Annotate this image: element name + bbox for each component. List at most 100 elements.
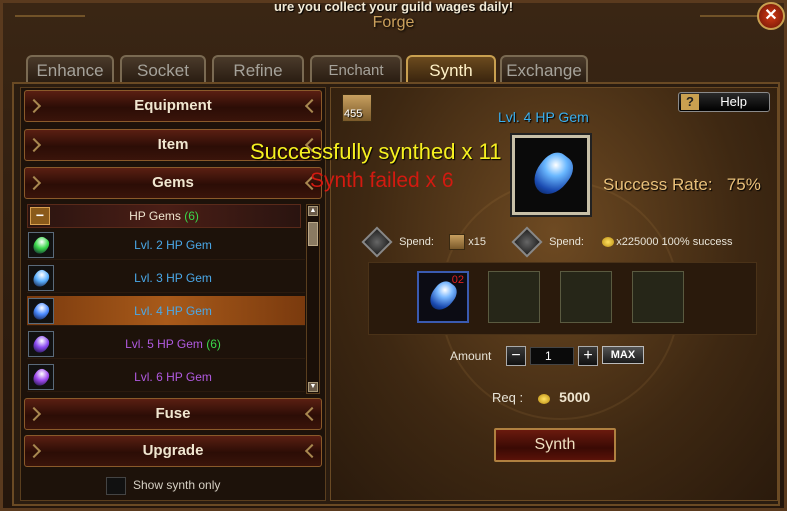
material-icon: [449, 234, 466, 251]
show-synth-only-toggle[interactable]: Show synth only: [106, 475, 220, 495]
scroll-thumb[interactable]: [308, 222, 318, 246]
gem-name-text: Lvl. 2 HP Gem: [134, 238, 212, 252]
gem-jewel: [30, 333, 52, 356]
gem-list-item[interactable]: Lvl. 2 HP Gem: [27, 230, 305, 260]
gem-list: − HP Gems (6) Lvl. 2 HP Gem Lvl. 3 HP Ge…: [27, 204, 305, 394]
requirement: Req : 5000: [492, 387, 590, 407]
gem-icon: [28, 364, 54, 390]
success-message: Successfully synthed x 11: [250, 139, 502, 164]
spend-toggle-icon[interactable]: [511, 226, 543, 258]
gem-group-name: HP Gems: [129, 209, 181, 223]
success-rate: Success Rate: 75%: [603, 175, 761, 195]
gem-list-item[interactable]: Lvl. 5 HP Gem (6): [27, 329, 305, 359]
tab-exchange[interactable]: Exchange: [500, 55, 588, 82]
chevron-left-icon: [26, 98, 42, 114]
gem-list-item[interactable]: Lvl. 4 HP Gem: [27, 296, 305, 326]
gem-icon: [28, 298, 54, 324]
gem-jewel: [30, 300, 52, 323]
category-label: Equipment: [134, 97, 212, 114]
blue-gem-icon: [526, 146, 580, 202]
tab-synth[interactable]: Synth: [406, 55, 496, 82]
category-upgrade[interactable]: Upgrade: [24, 435, 322, 467]
req-value: 5000: [559, 389, 591, 405]
gem-list-scrollbar[interactable]: ▲ ▼: [306, 204, 320, 394]
req-label: Req :: [492, 390, 524, 405]
show-synth-only-checkbox[interactable]: [106, 476, 126, 495]
chevron-right-icon: [304, 443, 320, 459]
window-title: Forge: [372, 14, 415, 31]
success-rate-value: 75%: [726, 175, 761, 194]
tab-enchant[interactable]: Enchant: [310, 55, 402, 82]
gem-name-text: Lvl. 4 HP Gem: [134, 304, 212, 318]
category-label: Upgrade: [142, 442, 204, 459]
material-slot[interactable]: [632, 271, 684, 323]
help-button[interactable]: ? Help: [678, 92, 770, 112]
gem-list-item[interactable]: Lvl. 3 HP Gem: [27, 263, 305, 293]
gem-name: Lvl. 4 HP Gem: [57, 296, 289, 326]
chevron-right-icon: [304, 406, 320, 422]
gem-icon: [28, 232, 54, 258]
gem-group-header[interactable]: − HP Gems (6): [27, 204, 301, 228]
category-label: Item: [157, 136, 189, 153]
gold-coin-icon: [602, 237, 615, 248]
spend-value: x225000 100% success: [616, 236, 733, 248]
collapse-icon[interactable]: −: [30, 207, 50, 225]
material-slot[interactable]: 02: [417, 271, 469, 323]
spend-label: Spend:: [399, 236, 434, 248]
spend-material: Spend: x15: [361, 226, 487, 258]
category-label: Fuse: [155, 405, 191, 422]
success-rate-label: Success Rate:: [603, 175, 713, 194]
material-slot[interactable]: [488, 271, 540, 323]
bag-count: 455: [344, 108, 363, 120]
gem-count: (6): [206, 337, 221, 351]
gem-jewel: [30, 234, 52, 257]
gem-group-count: (6): [184, 209, 199, 223]
spend-toggle-icon[interactable]: [361, 226, 393, 258]
material-slot[interactable]: [560, 271, 612, 323]
close-button[interactable]: ✕: [757, 2, 785, 30]
target-gem-name: Lvl. 4 HP Gem: [498, 109, 589, 125]
scroll-down-button[interactable]: ▼: [308, 382, 318, 392]
gem-icon: [28, 331, 54, 357]
chevron-left-icon: [26, 175, 42, 191]
chevron-left-icon: [26, 443, 42, 459]
synth-button[interactable]: Synth: [494, 428, 616, 462]
gem-name: Lvl. 6 HP Gem: [57, 362, 289, 392]
chevron-left-icon: [26, 137, 42, 153]
amount-label: Amount: [450, 349, 492, 363]
category-gems[interactable]: Gems: [24, 167, 322, 199]
category-fuse[interactable]: Fuse: [24, 398, 322, 430]
tab-enhance[interactable]: Enhance: [26, 55, 114, 82]
slot-quantity: 02: [451, 274, 464, 286]
spend-gold: Spend: x225000 100% success: [511, 226, 733, 258]
gem-list-item[interactable]: Lvl. 6 HP Gem: [27, 362, 305, 392]
category-equipment[interactable]: Equipment: [24, 90, 322, 122]
gem-name: Lvl. 5 HP Gem (6): [57, 329, 289, 359]
max-button[interactable]: MAX: [602, 346, 644, 364]
help-label: Help: [720, 94, 747, 109]
gem-name: Lvl. 3 HP Gem: [57, 263, 289, 293]
target-gem-slot[interactable]: [512, 135, 590, 215]
material-slots: 02: [368, 262, 757, 335]
chevron-left-icon: [26, 406, 42, 422]
scroll-up-button[interactable]: ▲: [308, 206, 318, 216]
gem-name-text: Lvl. 3 HP Gem: [134, 271, 212, 285]
increase-button[interactable]: +: [578, 346, 598, 366]
decrease-button[interactable]: −: [506, 346, 526, 366]
gem-name: Lvl. 2 HP Gem: [57, 230, 289, 260]
help-icon: ?: [681, 94, 699, 110]
gold-coin-icon: [537, 393, 550, 404]
amount-row: Amount − + MAX: [450, 346, 644, 366]
gem-jewel: [30, 366, 52, 389]
tab-socket[interactable]: Socket: [120, 55, 206, 82]
gem-jewel: [30, 267, 52, 290]
spend-value: x15: [468, 236, 487, 248]
gem-icon: [28, 265, 54, 291]
amount-input[interactable]: [530, 347, 574, 365]
gem-name-text: Lvl. 6 HP Gem: [134, 370, 212, 384]
show-synth-only-label: Show synth only: [133, 478, 221, 492]
spend-label: Spend:: [549, 236, 584, 248]
tab-refine[interactable]: Refine: [212, 55, 304, 82]
chevron-right-icon: [304, 98, 320, 114]
gem-name-text: Lvl. 5 HP Gem: [125, 337, 203, 351]
